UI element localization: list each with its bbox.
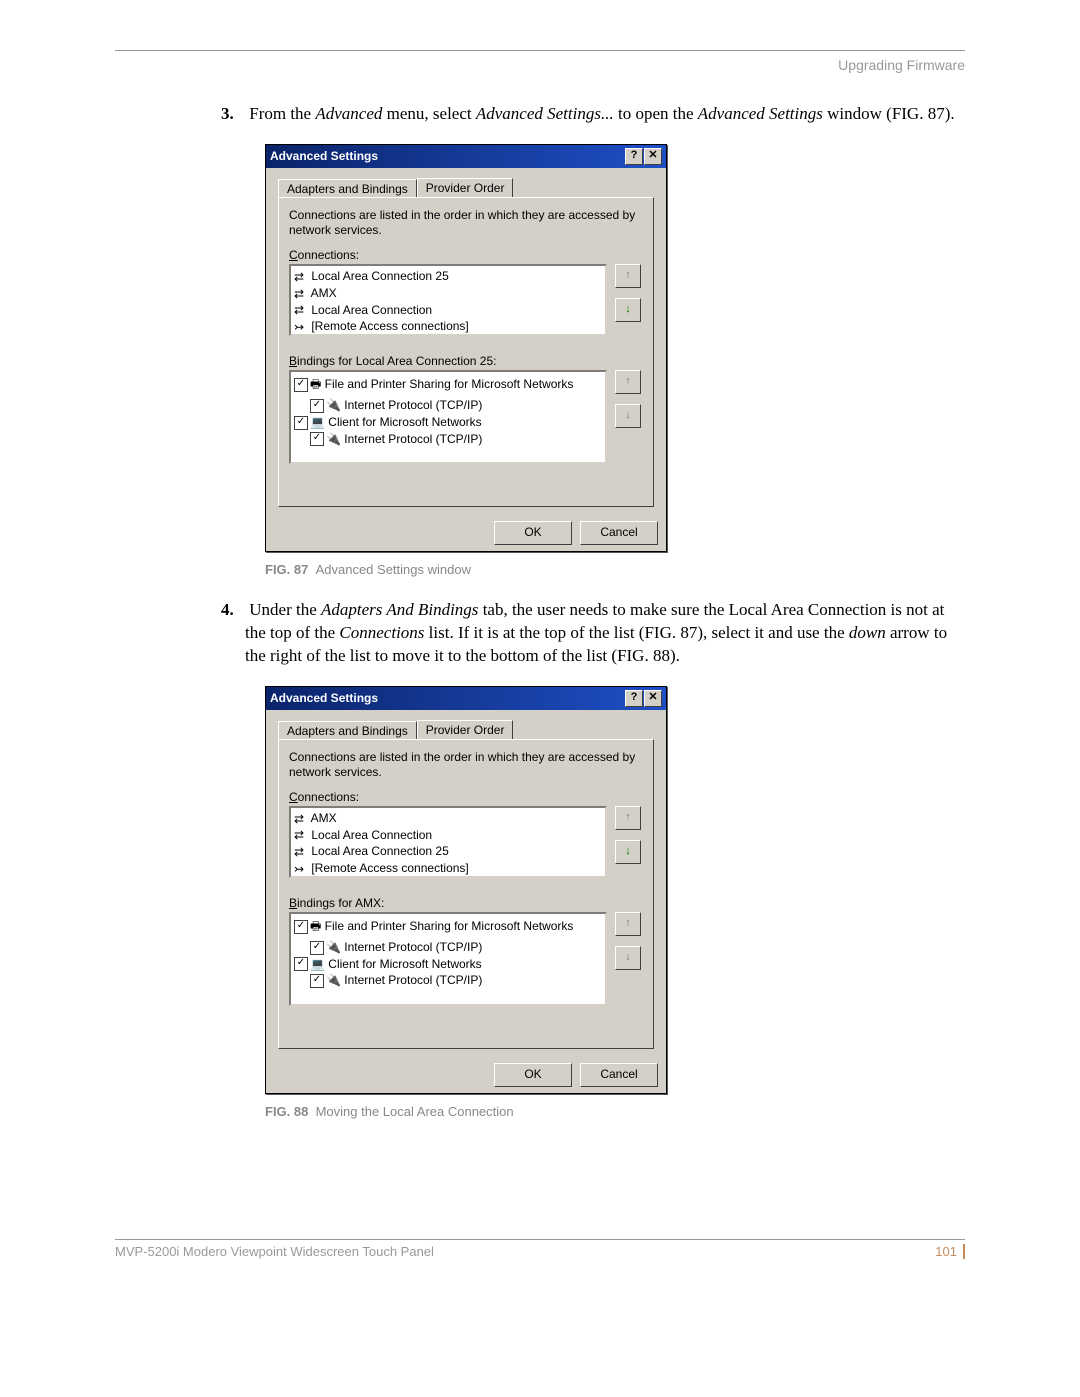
network-icon: ⇄ — [294, 287, 308, 301]
figure-88-caption: FIG. 88 Moving the Local Area Connection — [265, 1104, 965, 1119]
bindings-listbox[interactable]: ✓🖶 File and Printer Sharing for Microsof… — [289, 370, 607, 464]
bindings-label: Bindings for AMX:Bindings for AMX: — [289, 896, 643, 910]
move-down-button[interactable]: ↓ — [615, 298, 641, 322]
list-item[interactable]: ⇄ AMX — [294, 810, 602, 827]
network-icon: ⇄ — [294, 845, 308, 859]
connections-listbox[interactable]: ⇄ Local Area Connection 25 ⇄ AMX ⇄ Local… — [289, 264, 607, 336]
checkbox-icon[interactable]: ✓ — [294, 920, 308, 934]
cancel-button[interactable]: Cancel — [580, 521, 658, 545]
tab-panel: Connections are listed in the order in w… — [278, 197, 654, 507]
move-down-button[interactable]: ↓ — [615, 946, 641, 970]
network-icon: ⇄ — [294, 270, 308, 284]
close-button[interactable]: ✕ — [644, 690, 662, 707]
connections-label: CConnections:onnections: — [289, 248, 643, 262]
list-item[interactable]: ⇄ AMX — [294, 285, 602, 302]
list-item[interactable]: ⇄ Local Area Connection 25 — [294, 843, 602, 860]
list-item[interactable]: ⇄ Local Area Connection 25 — [294, 268, 602, 285]
footer-page-number: 101 — [935, 1244, 965, 1259]
tab-provider-order[interactable]: Provider Order — [417, 178, 514, 197]
step-4-i3: down — [849, 623, 886, 642]
step-3-i1: Advanced — [315, 104, 382, 123]
tab-panel: Connections are listed in the order in w… — [278, 739, 654, 1049]
remote-icon: ↣ — [294, 862, 308, 876]
bindings-listbox[interactable]: ✓🖶 File and Printer Sharing for Microsof… — [289, 912, 607, 1006]
checkbox-icon[interactable]: ✓ — [294, 378, 308, 392]
list-item[interactable]: ↣ [Remote Access connections] — [294, 860, 602, 877]
list-item[interactable]: ✓🔌 Internet Protocol (TCP/IP) — [294, 397, 602, 414]
step-3: 3. From the Advanced menu, select Advanc… — [245, 103, 965, 126]
step-3-t4: window (FIG. 87). — [823, 104, 955, 123]
checkbox-icon[interactable]: ✓ — [310, 974, 324, 988]
ok-button[interactable]: OK — [494, 1063, 572, 1087]
ok-button[interactable]: OK — [494, 521, 572, 545]
dialog-title: Advanced Settings — [270, 691, 378, 705]
tab-adapters-bindings[interactable]: Adapters and Bindings — [278, 721, 417, 740]
step-3-t3: to open the — [614, 104, 698, 123]
step-4: 4. Under the Adapters And Bindings tab, … — [245, 599, 965, 668]
move-up-button[interactable]: ↑ — [615, 806, 641, 830]
list-item[interactable]: ✓🔌 Internet Protocol (TCP/IP) — [294, 972, 602, 989]
selected-connection[interactable]: AMX — [311, 811, 337, 825]
step-4-i2: Connections — [339, 623, 424, 642]
advanced-settings-dialog-87: Advanced Settings ? ✕ Adapters and Bindi… — [265, 144, 667, 552]
step-3-number: 3. — [221, 103, 245, 126]
move-up-button[interactable]: ↑ — [615, 912, 641, 936]
titlebar: Advanced Settings ? ✕ — [266, 687, 666, 710]
network-icon: ⇄ — [294, 812, 308, 826]
connections-label: Connections: — [289, 790, 643, 804]
header-section: Upgrading Firmware — [115, 57, 965, 73]
list-item[interactable]: ✓🔌 Internet Protocol (TCP/IP) — [294, 939, 602, 956]
step-3-i2: Advanced Settings... — [476, 104, 614, 123]
figure-87-caption: FIG. 87 Advanced Settings window — [265, 562, 965, 577]
tabs: Adapters and Bindings Provider Order — [278, 720, 654, 739]
step-4-t1: Under the — [249, 600, 321, 619]
titlebar: Advanced Settings ? ✕ — [266, 145, 666, 168]
checkbox-icon[interactable]: ✓ — [294, 416, 308, 430]
footer-product: MVP-5200i Modero Viewpoint Widescreen To… — [115, 1244, 434, 1259]
network-icon: ⇄ — [294, 303, 308, 317]
list-item[interactable]: ⇄ Local Area Connection — [294, 827, 602, 844]
move-up-button[interactable]: ↑ — [615, 370, 641, 394]
move-up-button[interactable]: ↑ — [615, 264, 641, 288]
list-item[interactable]: ✓🖶 File and Printer Sharing for Microsof… — [294, 916, 602, 939]
list-item[interactable]: ✓🖶 File and Printer Sharing for Microsof… — [294, 374, 602, 397]
step-3-t1: From the — [249, 104, 315, 123]
tabs: Adapters and Bindings Provider Order — [278, 178, 654, 197]
help-button[interactable]: ? — [625, 690, 643, 707]
description-text: Connections are listed in the order in w… — [289, 208, 643, 238]
step-3-i3: Advanced Settings — [698, 104, 823, 123]
connections-listbox[interactable]: ⇄ AMX ⇄ Local Area Connection ⇄ Local Ar… — [289, 806, 607, 878]
move-down-button[interactable]: ↓ — [615, 404, 641, 428]
list-item[interactable]: ✓💻 Client for Microsoft Networks — [294, 956, 602, 973]
description-text: Connections are listed in the order in w… — [289, 750, 643, 780]
checkbox-icon[interactable]: ✓ — [310, 432, 324, 446]
checkbox-icon[interactable]: ✓ — [310, 941, 324, 955]
list-item[interactable]: ↣ [Remote Access connections] — [294, 318, 602, 335]
tab-adapters-bindings[interactable]: Adapters and Bindings — [278, 179, 417, 198]
tab-provider-order[interactable]: Provider Order — [417, 720, 514, 739]
page-footer: MVP-5200i Modero Viewpoint Widescreen To… — [115, 1239, 965, 1259]
list-item[interactable]: ⇄ Local Area Connection — [294, 302, 602, 319]
advanced-settings-dialog-88: Advanced Settings ? ✕ Adapters and Bindi… — [265, 686, 667, 1094]
move-down-button[interactable]: ↓ — [615, 840, 641, 864]
list-item[interactable]: ✓🔌 Internet Protocol (TCP/IP) — [294, 431, 602, 448]
close-button[interactable]: ✕ — [644, 148, 662, 165]
step-4-i1: Adapters And Bindings — [321, 600, 478, 619]
selected-binding[interactable]: Client for Microsoft Networks — [328, 415, 481, 429]
step-4-t3: list. If it is at the top of the list (F… — [424, 623, 848, 642]
list-item[interactable]: ✓💻 Client for Microsoft Networks — [294, 414, 602, 431]
network-icon: ⇄ — [294, 828, 308, 842]
step-4-number: 4. — [221, 599, 245, 622]
checkbox-icon[interactable]: ✓ — [294, 957, 308, 971]
header-rule — [115, 50, 965, 51]
step-3-t2: menu, select — [382, 104, 475, 123]
remote-icon: ↣ — [294, 320, 308, 334]
bindings-label: Bindings for Local Area Connection 25:Bi… — [289, 354, 643, 368]
dialog-title: Advanced Settings — [270, 149, 378, 163]
cancel-button[interactable]: Cancel — [580, 1063, 658, 1087]
help-button[interactable]: ? — [625, 148, 643, 165]
checkbox-icon[interactable]: ✓ — [310, 399, 324, 413]
